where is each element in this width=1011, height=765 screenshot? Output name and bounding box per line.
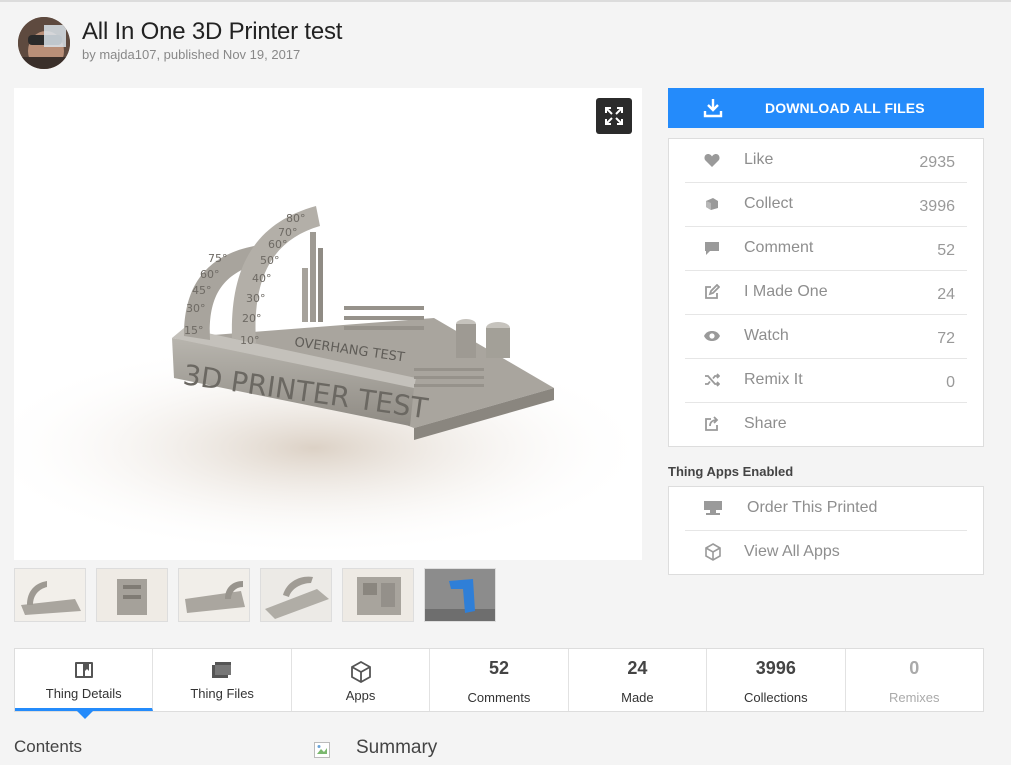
- arc-label: 10°: [240, 334, 260, 347]
- edit-icon: [703, 283, 721, 301]
- order-this-printed-link[interactable]: Order This Printed: [685, 487, 967, 531]
- tab-comments[interactable]: 52 Comments: [430, 649, 569, 711]
- printer-icon: [703, 499, 723, 517]
- main-thing-image[interactable]: 3D PRINTER TEST OVERHANG TEST 80° 70° 60…: [14, 88, 642, 560]
- summary-heading: Summary: [356, 737, 438, 758]
- collections-count: 3996: [755, 658, 796, 678]
- thing-title: All In One 3D Printer test: [82, 18, 343, 45]
- thing-apps-title: Thing Apps Enabled: [668, 464, 794, 479]
- cube-icon: [292, 661, 429, 683]
- tab-collections[interactable]: 3996 Collections: [707, 649, 846, 711]
- thing-apps-panel: Order This Printed View All Apps: [668, 486, 984, 575]
- shuffle-icon: [703, 371, 721, 389]
- arc-label: 40°: [252, 272, 272, 285]
- comment-button[interactable]: Comment 52: [685, 227, 967, 271]
- thumbnail[interactable]: [342, 568, 414, 622]
- top-border: [0, 0, 1011, 2]
- tab-apps[interactable]: Apps: [292, 649, 431, 711]
- share-icon: [703, 415, 721, 433]
- arc-label: 60°: [200, 268, 220, 281]
- arc-label: 45°: [192, 284, 212, 297]
- thing-tabs: Thing Details Thing Files Apps 52 Commen…: [14, 648, 984, 719]
- tab-thing-details[interactable]: Thing Details: [15, 649, 154, 719]
- thumbnail[interactable]: [14, 568, 86, 622]
- made-tab-count: 24: [627, 658, 648, 678]
- collect-button[interactable]: Collect 3996: [685, 183, 967, 227]
- made-count: 24: [937, 286, 955, 303]
- like-count: 2935: [919, 154, 955, 171]
- tab-made[interactable]: 24 Made: [569, 649, 708, 711]
- comment-count: 52: [937, 242, 955, 259]
- thumbnail[interactable]: [260, 568, 332, 622]
- expand-icon: [605, 107, 623, 125]
- arc-label: 30°: [186, 302, 206, 315]
- cube-icon: [703, 543, 723, 561]
- remixes-count: 0: [909, 658, 920, 678]
- arc-label: 20°: [242, 312, 262, 325]
- view-all-apps-link[interactable]: View All Apps: [685, 531, 967, 575]
- i-made-one-button[interactable]: I Made One 24: [685, 271, 967, 315]
- fullscreen-button[interactable]: [596, 98, 632, 134]
- thumbnail[interactable]: [96, 568, 168, 622]
- arc-label: 80°: [286, 212, 306, 225]
- contents-heading: Contents: [14, 737, 83, 756]
- thumbnail[interactable]: [424, 568, 496, 622]
- share-button[interactable]: Share: [685, 403, 967, 447]
- watch-count: 72: [937, 330, 955, 347]
- comment-icon: [703, 239, 721, 257]
- avatar[interactable]: [18, 17, 70, 69]
- download-label: DOWNLOAD ALL FILES: [765, 100, 925, 116]
- tab-remixes[interactable]: 0 Remixes: [846, 649, 983, 711]
- remix-count: 0: [946, 374, 955, 391]
- comments-count: 52: [488, 658, 509, 678]
- thumbnail[interactable]: [178, 568, 250, 622]
- broken-image-icon: [314, 742, 330, 758]
- eye-icon: [703, 327, 721, 345]
- arc-label: 50°: [260, 254, 280, 267]
- active-tab-pointer: [77, 711, 93, 719]
- details-icon: [15, 661, 152, 679]
- arc-label: 15°: [184, 324, 204, 337]
- arc-label: 60°: [268, 238, 288, 251]
- thing-byline[interactable]: by majda107, published Nov 19, 2017: [82, 47, 300, 62]
- download-icon: [702, 97, 724, 124]
- arc-label: 30°: [246, 292, 266, 305]
- collect-icon: [703, 195, 721, 213]
- arc-label: 75°: [208, 252, 228, 265]
- watch-button[interactable]: Watch 72: [685, 315, 967, 359]
- files-icon: [153, 661, 290, 679]
- heart-icon: [703, 151, 721, 169]
- like-button[interactable]: Like 2935: [685, 139, 967, 183]
- thumbnail-strip: [14, 568, 496, 622]
- tab-thing-files[interactable]: Thing Files: [153, 649, 292, 711]
- download-all-files-button[interactable]: DOWNLOAD ALL FILES: [668, 88, 984, 128]
- remix-it-button[interactable]: Remix It 0: [685, 359, 967, 403]
- thing-actions-panel: Like 2935 Collect 3996 Comment 52 I Made…: [668, 138, 984, 447]
- collect-count: 3996: [919, 198, 955, 215]
